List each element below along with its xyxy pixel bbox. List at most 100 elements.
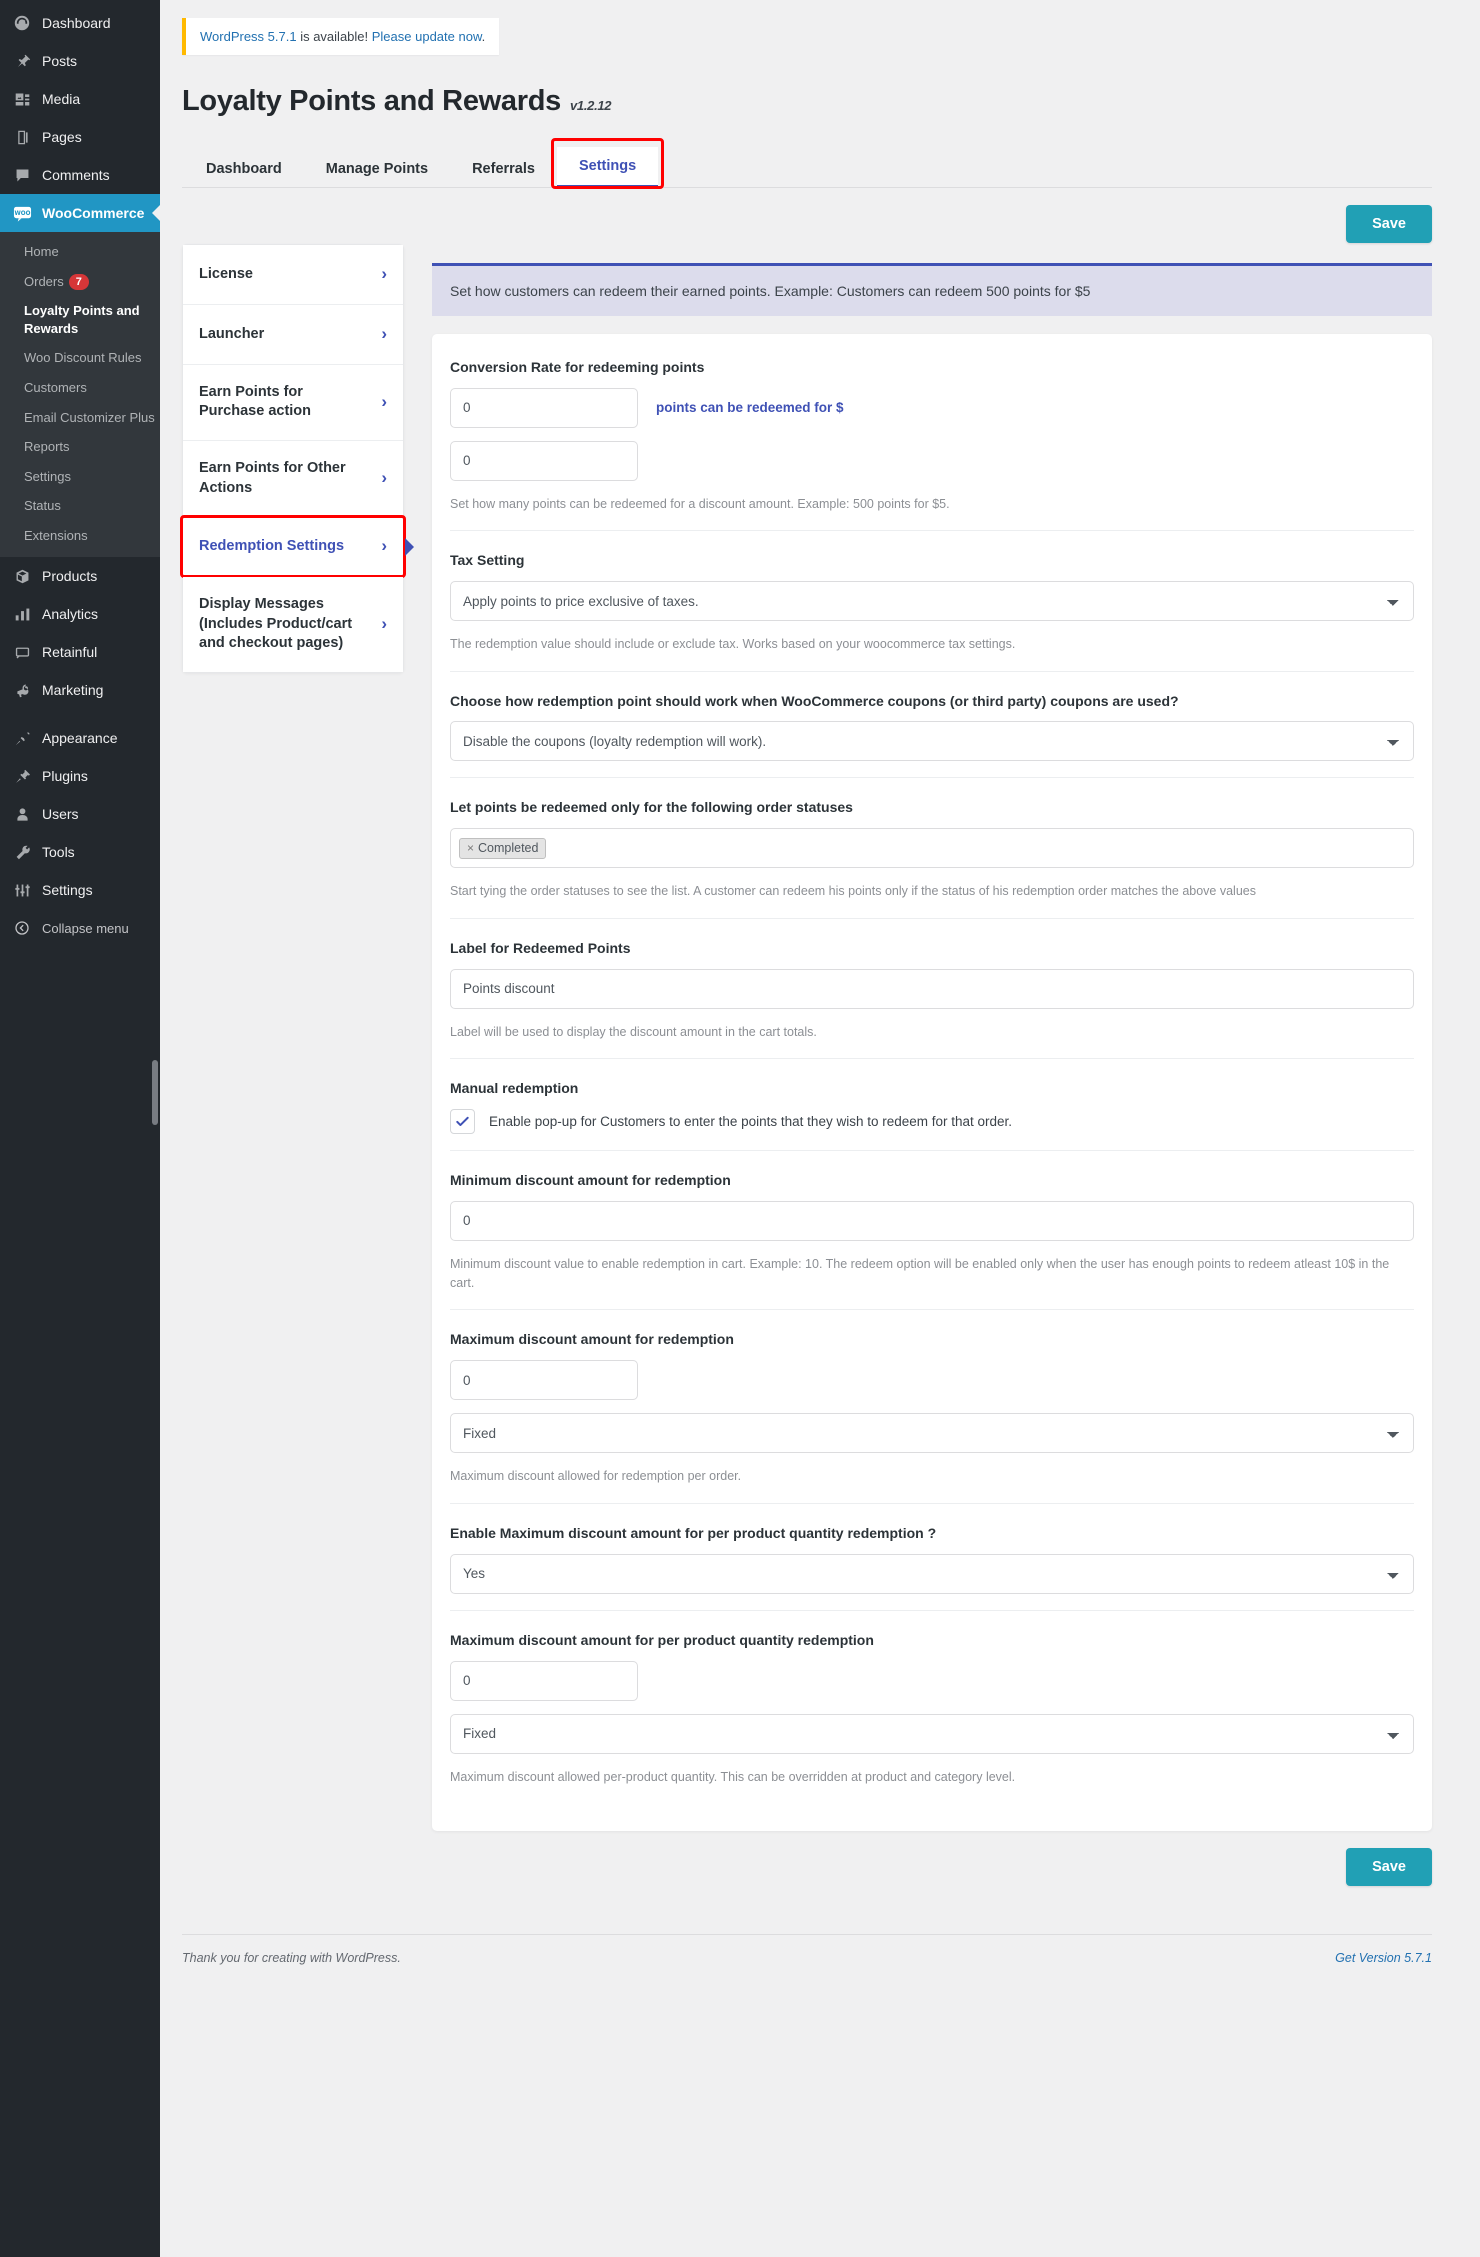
tab-dashboard[interactable]: Dashboard [184,150,304,188]
section-description-banner: Set how customers can redeem their earne… [432,263,1432,316]
settings-nav-display-messages[interactable]: Display Messages (Includes Product/cart … [183,577,403,672]
field-label: Tax Setting [450,551,1414,570]
submenu-item-customers[interactable]: Customers [0,373,160,403]
sidebar-item-settings[interactable]: Settings [0,871,160,909]
order-statuses-token-input[interactable]: × Completed [450,828,1414,868]
settings-nav-license[interactable]: License › [183,245,403,305]
sidebar-item-woocommerce[interactable]: WOO WooCommerce [0,194,160,232]
sidebar-label: Retainful [42,643,97,661]
sidebar-scrollbar-thumb[interactable] [152,1060,158,1125]
submenu-label: Reports [24,439,70,454]
field-order-statuses: Let points be redeemed only for the foll… [450,778,1414,918]
chevron-right-icon: › [381,263,387,286]
submenu-item-settings[interactable]: Settings [0,462,160,492]
check-icon [455,1114,470,1129]
plug-icon [12,766,32,786]
submenu-label: Home [24,244,59,259]
remove-token-icon[interactable]: × [467,841,474,855]
field-label: Maximum discount amount for per product … [450,1631,1414,1650]
collapse-menu-button[interactable]: Collapse menu [0,909,160,947]
manual-redemption-checkbox[interactable] [450,1109,475,1134]
tab-referrals[interactable]: Referrals [450,150,557,188]
settings-nav-label: Launcher [199,325,264,345]
megaphone-icon [12,680,32,700]
field-redeemed-label: Label for Redeemed Points Label will be … [450,919,1414,1059]
sidebar-item-pages[interactable]: Pages [0,118,160,156]
conversion-dollar-input[interactable] [450,441,638,481]
settings-nav-redemption-settings[interactable]: Redemption Settings › [183,517,403,577]
sidebar-item-retainful[interactable]: Retainful [0,633,160,671]
svg-text:WOO: WOO [14,211,30,217]
box-icon [12,566,32,586]
sidebar-item-posts[interactable]: Posts [0,42,160,80]
tax-setting-select[interactable]: Apply points to price exclusive of taxes… [450,581,1414,621]
save-button-top[interactable]: Save [1346,205,1432,243]
wordpress-link[interactable]: WordPress [336,1951,398,1965]
maximum-discount-input[interactable] [450,1360,638,1400]
settings-nav-launcher[interactable]: Launcher › [183,305,403,365]
sidebar-item-tools[interactable]: Tools [0,833,160,871]
field-label: Maximum discount amount for redemption [450,1330,1414,1349]
sidebar-label: Marketing [42,681,103,699]
sidebar-item-analytics[interactable]: Analytics [0,595,160,633]
sidebar-item-plugins[interactable]: Plugins [0,757,160,795]
settings-nav-label: Earn Points for Other Actions [199,459,371,498]
field-label: Conversion Rate for redeeming points [450,358,1414,377]
footer-thanks-suffix: . [397,1951,400,1965]
submenu-item-loyalty-points-and-rewards[interactable]: Loyalty Points and Rewards [0,296,160,343]
sidebar-item-marketing[interactable]: Marketing [0,671,160,709]
sidebar-item-comments[interactable]: Comments [0,156,160,194]
settings-nav-earn-points-purchase[interactable]: Earn Points for Purchase action › [183,365,403,441]
submenu-item-email-customizer-plus[interactable]: Email Customizer Plus [0,403,160,433]
footer-version: Get Version 5.7.1 [1335,1951,1432,1965]
submenu-label: Email Customizer Plus [24,410,155,425]
maximum-discount-type-select[interactable]: Fixed Percentage [450,1413,1414,1453]
comment-icon [12,165,32,185]
field-label: Enable Maximum discount amount for per p… [450,1524,1414,1543]
submenu-label: Status [24,498,61,513]
field-help: Label will be used to display the discou… [450,1023,1414,1042]
settings-nav-label: Earn Points for Purchase action [199,383,371,422]
sidebar-item-appearance[interactable]: Appearance [0,719,160,757]
maximum-discount-type-wrap: Fixed Percentage [450,1413,1414,1453]
order-status-token[interactable]: × Completed [459,838,546,859]
conversion-points-input[interactable] [450,388,638,428]
max-per-product-qty-input[interactable] [450,1661,638,1701]
minimum-discount-input[interactable] [450,1201,1414,1241]
settings-nav-card: License › Launcher › Earn Points for Pur… [182,244,404,673]
save-row-top: Save [432,188,1432,263]
pin-icon [12,51,32,71]
submenu-item-home[interactable]: Home [0,237,160,267]
chevron-right-icon: › [381,391,387,414]
sidebar-item-users[interactable]: Users [0,795,160,833]
tab-settings[interactable]: Settings [557,147,658,188]
save-button-bottom[interactable]: Save [1346,1848,1432,1886]
submenu-item-woo-discount-rules[interactable]: Woo Discount Rules [0,343,160,373]
notice-end-text: . [482,29,486,44]
sidebar-item-products[interactable]: Products [0,557,160,595]
wrench-icon [12,842,32,862]
settings-nav-earn-points-other[interactable]: Earn Points for Other Actions › [183,441,403,517]
tab-manage-points[interactable]: Manage Points [304,150,450,188]
get-version-link[interactable]: Get Version 5.7.1 [1335,1951,1432,1965]
field-help: Minimum discount value to enable redempt… [450,1255,1414,1294]
sidebar-item-dashboard[interactable]: Dashboard [0,4,160,42]
footer-thanks-prefix: Thank you for creating with [182,1951,336,1965]
submenu-item-status[interactable]: Status [0,491,160,521]
sidebar-item-media[interactable]: Media [0,80,160,118]
orders-count-badge: 7 [69,274,89,291]
submenu-item-reports[interactable]: Reports [0,432,160,462]
woocommerce-icon: WOO [12,203,32,223]
max-per-product-qty-type-select[interactable]: Fixed Percentage [450,1714,1414,1754]
enable-per-product-qty-select[interactable]: Yes No [450,1554,1414,1594]
submenu-item-extensions[interactable]: Extensions [0,521,160,551]
update-now-link[interactable]: Please update now [372,29,482,44]
save-row-bottom: Save [432,1831,1432,1906]
redeemed-label-input[interactable] [450,969,1414,1009]
submenu-item-orders[interactable]: Orders7 [0,267,160,297]
field-label: Minimum discount amount for redemption [450,1171,1414,1190]
coupon-behaviour-select[interactable]: Disable the coupons (loyalty redemption … [450,721,1414,761]
retainful-icon [12,642,32,662]
wordpress-version-link[interactable]: WordPress 5.7.1 [200,29,297,44]
field-maximum-discount: Maximum discount amount for redemption F… [450,1310,1414,1503]
